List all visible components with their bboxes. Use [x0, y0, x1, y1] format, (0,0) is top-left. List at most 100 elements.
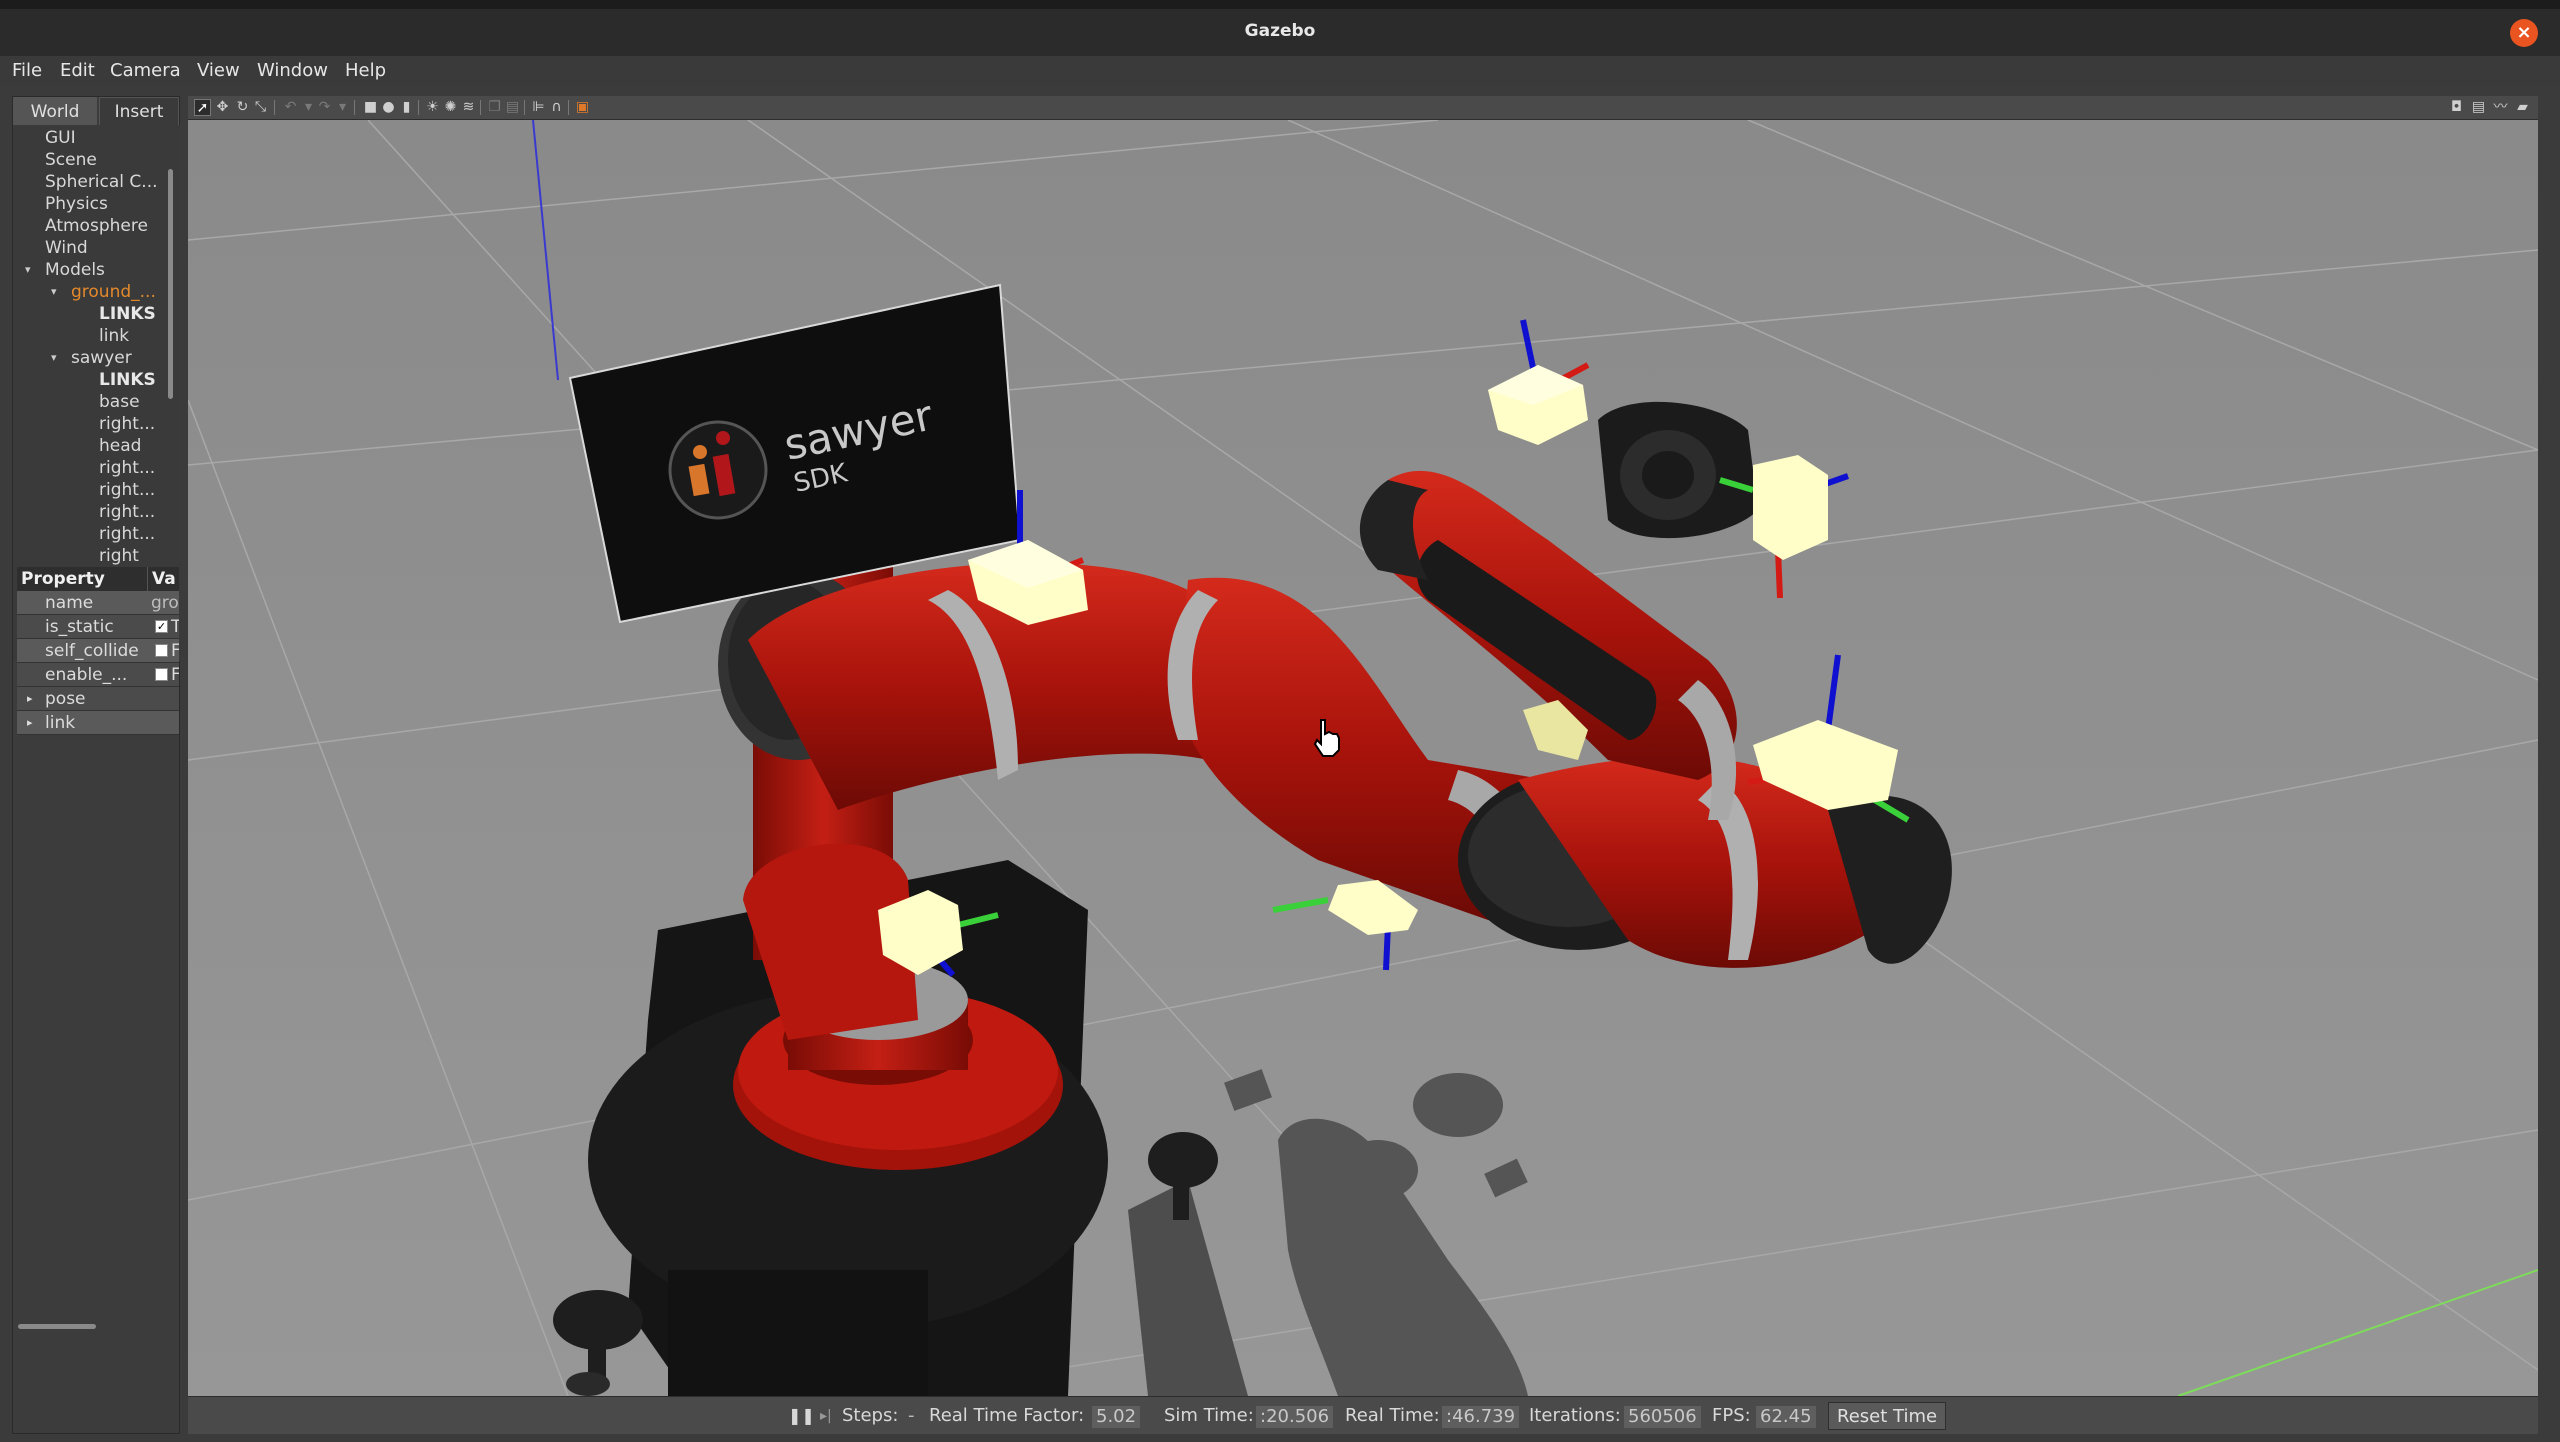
- checkbox-icon[interactable]: [155, 644, 168, 657]
- tree-item-sawyer[interactable]: sawyer: [71, 347, 132, 369]
- redo-history-icon[interactable]: ▾: [334, 99, 351, 116]
- menu-edit[interactable]: Edit: [60, 56, 95, 86]
- menu-view[interactable]: View: [197, 56, 240, 86]
- translate-mode-icon[interactable]: ✥: [214, 99, 231, 116]
- tree-item-right-link[interactable]: right...: [99, 457, 155, 479]
- step-icon[interactable]: ▸|: [820, 1397, 832, 1435]
- tree-item-spherical-coords[interactable]: Spherical C...: [45, 171, 158, 193]
- property-table: Property Va name gro is_static ✓ T self_…: [17, 567, 179, 747]
- expand-arrow-icon[interactable]: ▸: [27, 711, 33, 734]
- left-panel-scrollbar[interactable]: [18, 1324, 96, 1329]
- close-icon[interactable]: ×: [2510, 19, 2538, 47]
- log-icon[interactable]: ▤: [2470, 99, 2487, 116]
- tree-item-wind[interactable]: Wind: [45, 237, 88, 259]
- property-name: pose: [45, 689, 86, 709]
- tree-item-head[interactable]: head: [99, 435, 141, 457]
- tree-item-right-link[interactable]: right...: [99, 479, 155, 501]
- property-header: Property: [17, 567, 147, 591]
- property-value: F: [171, 639, 179, 662]
- window-title: Gazebo: [1244, 21, 1316, 41]
- spot-light-icon[interactable]: ✺: [442, 99, 459, 116]
- expand-arrow-icon[interactable]: ▾: [25, 263, 31, 276]
- expand-arrow-icon[interactable]: ▾: [51, 285, 57, 298]
- robot-gripper: [1598, 401, 1758, 539]
- copy-icon[interactable]: ❐: [486, 99, 503, 116]
- paste-icon[interactable]: ▤: [504, 99, 521, 116]
- tree-item-base[interactable]: base: [99, 391, 140, 413]
- tree-scrollbar[interactable]: [168, 169, 173, 399]
- title-bar: Gazebo ×: [0, 0, 2560, 56]
- iterations-label: Iterations:: [1529, 1405, 1621, 1426]
- menu-file[interactable]: File: [12, 56, 42, 86]
- real-time-label: Real Time:: [1345, 1405, 1440, 1426]
- directional-light-icon[interactable]: ≋: [460, 99, 477, 116]
- tree-item-scene[interactable]: Scene: [45, 149, 97, 171]
- tree-item-ground-plane[interactable]: ground_...: [71, 281, 156, 303]
- fps-label: FPS:: [1712, 1405, 1751, 1426]
- property-name: link: [45, 713, 76, 733]
- property-row-name[interactable]: name gro: [17, 591, 179, 615]
- tab-world[interactable]: World: [13, 97, 97, 125]
- undo-history-icon[interactable]: ▾: [300, 99, 317, 116]
- property-name: self_collide: [45, 641, 139, 661]
- align-icon[interactable]: ⊫: [530, 99, 547, 116]
- select-mode-icon[interactable]: ➚: [194, 99, 211, 116]
- scale-mode-icon[interactable]: ⤡: [252, 99, 269, 116]
- sim-time-value: :20.506: [1256, 1406, 1334, 1428]
- change-view-icon[interactable]: ▣: [574, 99, 591, 116]
- box-shape-icon[interactable]: ■: [362, 99, 379, 116]
- cylinder-shape-icon[interactable]: ▮: [398, 99, 415, 116]
- undo-icon[interactable]: ↶: [282, 99, 299, 116]
- fps-value: 62.45: [1756, 1406, 1816, 1428]
- property-value: T: [171, 615, 179, 638]
- steps-label: Steps:: [842, 1405, 899, 1426]
- real-time-value: :46.739: [1442, 1406, 1520, 1428]
- tree-item-right-link[interactable]: right...: [99, 501, 155, 523]
- plot-icon[interactable]: 〰: [2492, 99, 2509, 116]
- iterations-value: 560506: [1624, 1406, 1701, 1428]
- property-row-enable-wind[interactable]: enable_... F: [17, 663, 179, 687]
- tree-item-physics[interactable]: Physics: [45, 193, 108, 215]
- property-row-is-static[interactable]: is_static ✓ T: [17, 615, 179, 639]
- rtf-value: 5.02: [1092, 1406, 1141, 1428]
- menu-window[interactable]: Window: [257, 56, 328, 86]
- status-bar: ❚❚ ▸| Steps: - Real Time Factor: 5.02 Si…: [188, 1396, 2538, 1434]
- tree-item-atmosphere[interactable]: Atmosphere: [45, 215, 148, 237]
- tree-item-models[interactable]: Models: [45, 259, 105, 281]
- point-light-icon[interactable]: ☀: [424, 99, 441, 116]
- screenshot-icon[interactable]: ◘: [2448, 99, 2465, 116]
- redo-icon[interactable]: ↷: [316, 99, 333, 116]
- sim-time-label: Sim Time:: [1164, 1405, 1254, 1426]
- menu-help[interactable]: Help: [345, 56, 386, 86]
- left-tabs: World Insert: [13, 97, 181, 125]
- property-row-self-collide[interactable]: self_collide F: [17, 639, 179, 663]
- rotate-mode-icon[interactable]: ↻: [234, 99, 251, 116]
- property-name: is_static: [45, 617, 114, 637]
- property-row-pose[interactable]: ▸ pose: [17, 687, 179, 711]
- expand-arrow-icon[interactable]: ▾: [51, 351, 57, 364]
- tree-item-right-link[interactable]: right...: [99, 413, 155, 435]
- tab-insert[interactable]: Insert: [99, 97, 179, 125]
- property-name: name: [45, 593, 94, 613]
- scene-viewport[interactable]: sawyer SDK: [188, 120, 2538, 1396]
- property-row-link[interactable]: ▸ link: [17, 711, 179, 735]
- left-panel: World Insert GUI Scene Spherical C... Ph…: [12, 96, 181, 1434]
- menu-camera[interactable]: Camera: [110, 56, 181, 86]
- checkbox-checked-icon[interactable]: ✓: [155, 620, 168, 633]
- sphere-shape-icon[interactable]: ●: [380, 99, 397, 116]
- checkbox-icon[interactable]: [155, 668, 168, 681]
- steps-value[interactable]: -: [908, 1397, 915, 1435]
- value-header: Va: [147, 567, 179, 591]
- tree-item-gui[interactable]: GUI: [45, 127, 76, 149]
- tree-item-right-link[interactable]: right...: [99, 523, 155, 545]
- video-record-icon[interactable]: ▰: [2514, 99, 2531, 116]
- tree-item-link[interactable]: link: [99, 325, 129, 347]
- snap-icon[interactable]: ∩: [548, 99, 565, 116]
- pause-icon[interactable]: ❚❚: [788, 1397, 815, 1435]
- tree-item-links-header: LINKS: [99, 370, 156, 390]
- expand-arrow-icon[interactable]: ▸: [27, 687, 33, 710]
- right-panel-collapsed[interactable]: [2538, 96, 2560, 1442]
- tree-item-right-link[interactable]: right: [99, 545, 139, 567]
- tree-item-links-header: LINKS: [99, 304, 156, 324]
- reset-time-button[interactable]: Reset Time: [1828, 1402, 1947, 1430]
